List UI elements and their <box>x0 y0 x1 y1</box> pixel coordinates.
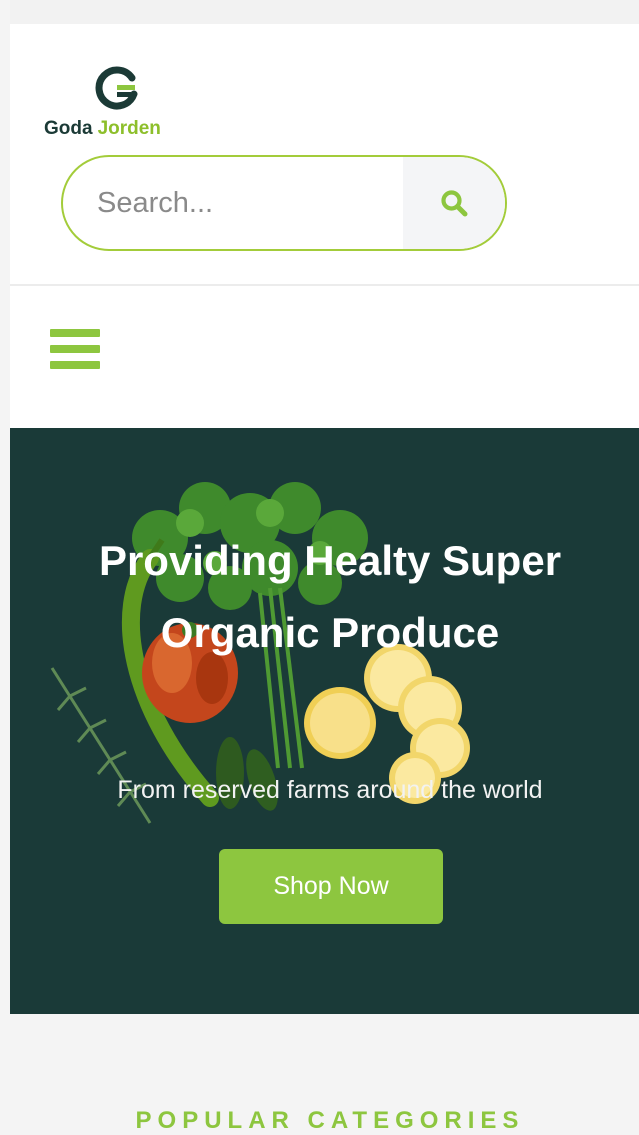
search-icon <box>441 190 468 217</box>
search-button[interactable] <box>403 157 505 249</box>
popular-categories-heading: POPULAR CATEGORIES <box>135 1107 525 1134</box>
site-header: Goda Jorden <box>10 24 639 285</box>
hero-banner: Providing Healty Super Organic Produce F… <box>10 428 639 1014</box>
hero-title: Providing Healty Super Organic Produce <box>98 537 562 656</box>
top-strip <box>10 0 639 24</box>
brand-name-word1: Goda <box>44 118 93 139</box>
nav-bar <box>10 286 639 428</box>
search-input[interactable] <box>63 157 409 249</box>
popular-categories-section: POPULAR CATEGORIES <box>10 1014 639 1135</box>
search-bar <box>61 155 507 251</box>
brand-logo[interactable]: Goda Jorden <box>44 64 214 144</box>
brand-name: Goda Jorden <box>44 118 161 140</box>
logo-g-icon <box>95 66 138 110</box>
hamburger-menu-icon[interactable] <box>50 329 102 371</box>
brand-name-word2: Jorden <box>97 118 161 139</box>
hero-subtitle: From reserved farms around the world <box>117 776 543 804</box>
shop-now-button[interactable]: Shop Now <box>219 849 443 924</box>
page: Goda Jorden Search... Providing Healty S… <box>10 0 639 1135</box>
